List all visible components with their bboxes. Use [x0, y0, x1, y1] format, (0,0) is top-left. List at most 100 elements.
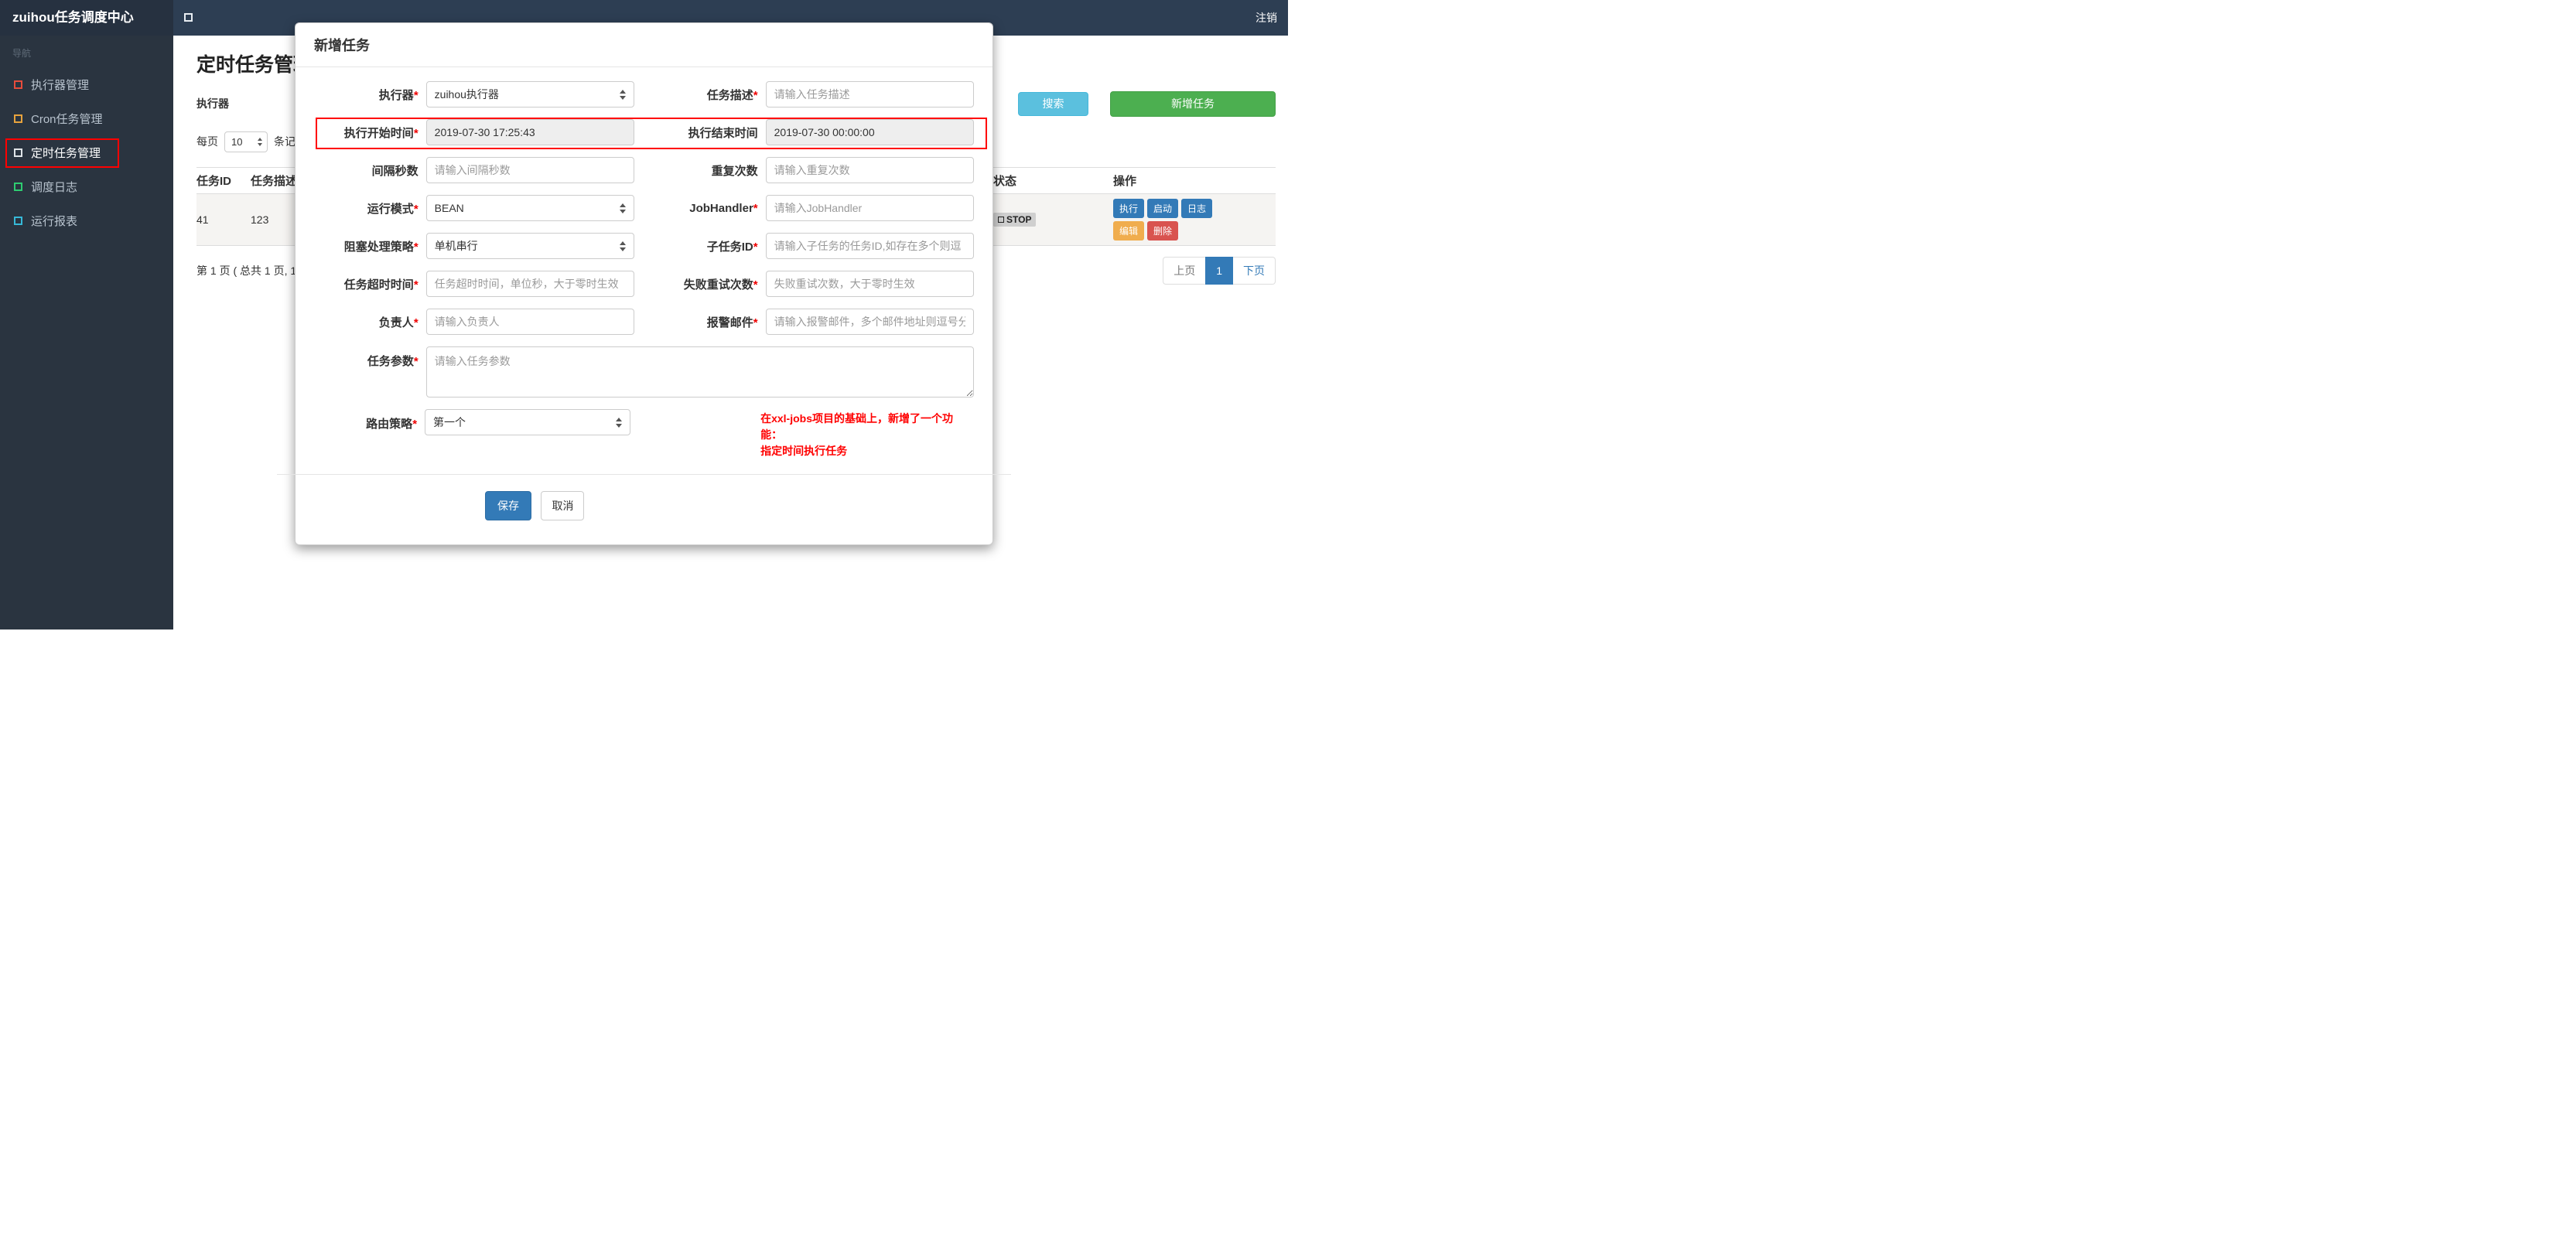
- route-strategy-select-value: 第一个: [433, 416, 466, 428]
- run-mode-select-value: BEAN: [434, 202, 464, 214]
- sidebar-item-run-report[interactable]: 运行报表: [0, 203, 173, 237]
- required-asterisk: *: [413, 126, 419, 140]
- fail-retry-input[interactable]: [765, 271, 974, 297]
- route-strategy-label: 路由策略*: [366, 418, 418, 431]
- sidebar-item-executor-management[interactable]: 执行器管理: [0, 67, 173, 101]
- start-time-input[interactable]: [425, 119, 635, 145]
- app-brand: zuihou任务调度中心: [0, 0, 173, 36]
- sidebar-menu: 执行器管理 Cron任务管理 定时任务管理 调度日志 运行报表: [0, 67, 173, 237]
- fail-retry-label: 失败重试次数*: [683, 278, 758, 292]
- run-mode-label: 运行模式*: [367, 202, 419, 216]
- sidebar-toggle-icon[interactable]: [184, 13, 193, 22]
- sidebar-item-label: 调度日志: [31, 180, 78, 194]
- status-text: STOP: [1006, 214, 1032, 225]
- modal-footer: 保存 取消: [296, 475, 992, 544]
- per-page-label-right: 条记: [274, 135, 296, 148]
- timeout-label: 任务超时时间*: [343, 278, 419, 292]
- delete-button[interactable]: 删除: [1147, 221, 1179, 241]
- sidebar-item-cron-task-management[interactable]: Cron任务管理: [0, 101, 173, 135]
- repeat-input[interactable]: [765, 157, 974, 183]
- sidebar-item-label: Cron任务管理: [31, 112, 103, 126]
- col-header-operation: 操作: [1113, 175, 1137, 188]
- required-asterisk: *: [413, 316, 419, 329]
- job-desc-label: 任务描述*: [706, 88, 758, 102]
- executor-select-value: zuihou执行器: [434, 88, 499, 101]
- required-asterisk: *: [413, 88, 419, 102]
- pagination-summary: 第 1 页 ( 总共 1 页, 1: [196, 264, 297, 277]
- square-icon: [14, 80, 22, 89]
- required-asterisk: *: [753, 316, 758, 329]
- feature-note-line1: 在xxl-jobs项目的基础上，新增了一个功能：: [760, 412, 953, 441]
- block-strategy-select-value: 单机串行: [434, 240, 478, 252]
- form-row-interval-repeat: 间隔秒数 重复次数: [314, 157, 974, 183]
- child-job-id-label: 子任务ID*: [706, 240, 758, 254]
- page: zuihou任务调度中心 注销 导航 执行器管理 Cron任务管理 定时任务管理…: [0, 0, 1288, 630]
- cancel-button[interactable]: 取消: [541, 491, 585, 520]
- owner-input[interactable]: [425, 309, 635, 335]
- cell-status: STOP: [993, 213, 1113, 227]
- square-icon: [14, 182, 22, 191]
- prev-page-button[interactable]: 上页: [1163, 257, 1206, 285]
- required-asterisk: *: [753, 201, 758, 215]
- per-page-label-left: 每页: [196, 135, 218, 148]
- operation-buttons: 执行 启动 日志 编辑 删除: [1113, 194, 1229, 245]
- job-param-textarea[interactable]: [425, 346, 974, 397]
- sidebar-item-scheduled-task-management[interactable]: 定时任务管理: [0, 135, 173, 169]
- feature-note: 在xxl-jobs项目的基础上，新增了一个功能： 指定时间执行任务: [760, 409, 974, 459]
- status-badge: STOP: [993, 213, 1037, 227]
- col-header-status: 状态: [993, 175, 1017, 188]
- select-arrows-icon: [620, 241, 627, 251]
- alarm-email-label: 报警邮件*: [706, 316, 758, 329]
- job-desc-input[interactable]: [765, 81, 974, 107]
- job-handler-input[interactable]: [765, 195, 974, 221]
- executor-label: 执行器*: [378, 88, 419, 102]
- required-asterisk: *: [412, 418, 418, 431]
- interval-label: 间隔秒数: [371, 164, 419, 178]
- add-task-button[interactable]: 新增任务: [1110, 90, 1276, 117]
- sidebar: 导航 执行器管理 Cron任务管理 定时任务管理 调度日志 运行报表: [0, 36, 173, 630]
- sidebar-item-label: 执行器管理: [31, 78, 90, 92]
- next-page-button[interactable]: 下页: [1233, 257, 1276, 285]
- run-button[interactable]: 执行: [1113, 199, 1145, 218]
- required-asterisk: *: [753, 278, 758, 292]
- job-handler-label: JobHandler*: [689, 201, 758, 215]
- required-asterisk: *: [753, 88, 758, 102]
- executor-filter-label: 执行器: [196, 97, 229, 110]
- start-button[interactable]: 启动: [1147, 199, 1179, 218]
- select-arrows-icon: [616, 417, 623, 428]
- save-button[interactable]: 保存: [485, 491, 531, 520]
- form-row-block-childid: 阻塞处理策略* 单机串行 子任务ID*: [314, 233, 974, 259]
- square-icon: [14, 114, 22, 123]
- form-row-executor-desc: 执行器* zuihou执行器 任务描述*: [314, 81, 974, 107]
- modal-title: 新增任务: [296, 23, 992, 67]
- alarm-email-input[interactable]: [765, 309, 974, 335]
- repeat-label: 重复次数: [711, 164, 758, 178]
- page-1-button[interactable]: 1: [1205, 257, 1233, 285]
- end-time-input[interactable]: [765, 119, 974, 145]
- form-row-timeout-retry: 任务超时时间* 失败重试次数*: [314, 271, 974, 297]
- square-icon: [14, 148, 22, 157]
- route-strategy-select[interactable]: 第一个: [425, 409, 631, 435]
- block-strategy-select[interactable]: 单机串行: [425, 233, 635, 259]
- executor-select[interactable]: zuihou执行器: [425, 81, 635, 107]
- per-page-select[interactable]: 10: [224, 131, 268, 152]
- form-row-runmode-handler: 运行模式* BEAN JobHandler*: [314, 195, 974, 221]
- logout-link[interactable]: 注销: [1256, 0, 1277, 36]
- col-header-task-id: 任务ID: [196, 175, 232, 188]
- search-button[interactable]: 搜索: [1018, 91, 1088, 116]
- timeout-input[interactable]: [425, 271, 635, 297]
- required-asterisk: *: [413, 278, 419, 292]
- edit-button[interactable]: 编辑: [1113, 221, 1145, 241]
- job-param-label: 任务参数*: [367, 355, 419, 368]
- log-button[interactable]: 日志: [1181, 199, 1213, 218]
- block-strategy-label: 阻塞处理策略*: [343, 240, 419, 254]
- sidebar-item-dispatch-log[interactable]: 调度日志: [0, 169, 173, 203]
- select-arrows-icon: [620, 89, 627, 100]
- interval-input[interactable]: [425, 157, 635, 183]
- form-row-route-strategy: 路由策略* 第一个 在xxl-jobs项目的基础上，新增了一个功能： 指定时间执…: [314, 409, 974, 459]
- required-asterisk: *: [753, 240, 758, 254]
- end-time-label: 执行结束时间: [688, 126, 758, 140]
- run-mode-select[interactable]: BEAN: [425, 195, 635, 221]
- child-job-id-input[interactable]: [765, 233, 974, 259]
- add-task-modal: 新增任务 执行器* zuihou执行器 任务描述* 执行开始时间* 执行结束时间…: [277, 22, 1011, 545]
